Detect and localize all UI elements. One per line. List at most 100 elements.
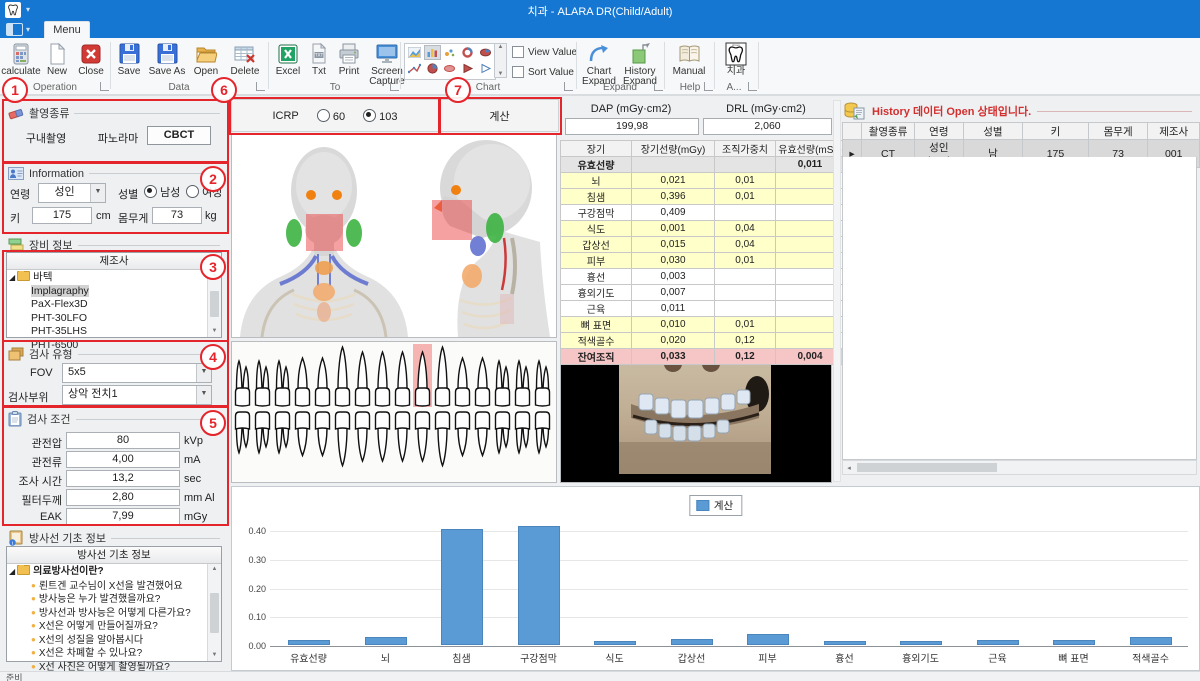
play-chart-icon[interactable] <box>459 61 476 76</box>
dose-chart-panel: 계산 0.000.100.200.300.40유효선량뇌침샘구강점막식도갑상선피… <box>231 486 1200 671</box>
table-row[interactable]: 뼈 표면0,0100,01 <box>561 317 845 333</box>
calculate-button[interactable]: calculate <box>2 41 40 77</box>
col-shoot-type[interactable]: 촬영종류 <box>862 123 915 140</box>
save-button[interactable]: Save <box>113 41 145 77</box>
txt-button[interactable]: TXT Txt <box>306 41 332 77</box>
col-maker[interactable]: 제조사 <box>1148 123 1200 140</box>
chart-grid-spinner[interactable]: ▲▼ <box>494 43 507 78</box>
col-age[interactable]: 연령 <box>914 123 963 140</box>
drl-label: DRL (mGy·cm2) <box>702 103 830 115</box>
table-row[interactable]: 피부0,0300,01 <box>561 253 845 269</box>
bar-chart-icon-selected[interactable] <box>424 45 441 60</box>
to-dialog-launcher-icon[interactable] <box>390 82 399 91</box>
history-header: History 데이터 Open 상태입니다. <box>844 102 1192 120</box>
dental-app-button[interactable]: shave 치과 <box>718 41 754 77</box>
table-row[interactable]: 식도0,0010,04 <box>561 221 845 237</box>
open-button[interactable]: Open <box>189 41 223 77</box>
sort-value-checkbox[interactable]: Sort Value <box>512 66 574 78</box>
scroll-up-icon[interactable]: ▲ <box>212 564 218 575</box>
app-dialog-launcher-icon[interactable] <box>748 82 757 91</box>
col-gender[interactable]: 성별 <box>963 123 1022 140</box>
area-chart-icon[interactable] <box>406 45 423 60</box>
print-button[interactable]: Print <box>334 41 364 77</box>
save-icon <box>119 41 140 66</box>
dose-scroll-strip[interactable] <box>833 100 841 482</box>
ellipse-chart-icon[interactable] <box>442 61 459 76</box>
table-row[interactable]: 근육0,011 <box>561 301 845 317</box>
tooth-chart-panel <box>231 341 557 483</box>
scatter-line-icon[interactable] <box>406 61 423 76</box>
tooth-shape <box>283 367 289 390</box>
col-organ-dose[interactable]: 장기선량(mGy) <box>632 141 715 157</box>
tooth-shape <box>356 388 370 406</box>
scrollbar-thumb[interactable] <box>857 463 997 472</box>
app-menu-button[interactable]: ▾ <box>6 22 40 36</box>
scroll-down-icon[interactable]: ▼ <box>212 650 218 661</box>
delete-button[interactable]: Delete <box>226 41 264 77</box>
tree-expanded-icon[interactable]: ◢ <box>9 567 15 576</box>
rad-info-scrollbar[interactable]: ▲▼ <box>207 564 221 661</box>
scrollbar-thumb[interactable] <box>210 593 219 633</box>
view-value-checkbox[interactable]: View Value <box>512 46 577 58</box>
scroll-left-icon[interactable]: ◂ <box>843 464 855 472</box>
chart-expand-button[interactable]: Chart Expand <box>580 41 618 87</box>
tree-node-medical-radiation[interactable]: ◢의료방사선이란? <box>9 565 206 579</box>
manual-button[interactable]: Manual <box>668 41 710 77</box>
table-row[interactable]: 흉선0,003 <box>561 269 845 285</box>
tooth-shape <box>436 412 450 429</box>
pie-chart-icon[interactable] <box>424 61 441 76</box>
spinner-up-icon[interactable]: ▲ <box>498 44 504 50</box>
col-organ[interactable]: 장기 <box>561 141 632 157</box>
rad-info-item[interactable]: ●뢴트겐 교수님이 X선을 발견했어요 <box>9 579 206 593</box>
table-row[interactable]: 적색골수0,0200,12 <box>561 333 845 349</box>
help-dialog-launcher-icon[interactable] <box>704 82 713 91</box>
x-label: 갑상선 <box>653 650 730 665</box>
save-as-button[interactable]: Save As <box>147 41 187 77</box>
rad-info-item-label: X선은 어떻게 만들어질까요? <box>39 621 158 632</box>
col-weight[interactable]: 몸무게 <box>1088 123 1148 140</box>
close-button[interactable]: Close <box>74 41 108 77</box>
pie3d-chart-icon[interactable] <box>477 45 494 60</box>
table-row[interactable]: 흉외기도0,007 <box>561 285 845 301</box>
tooth-shape <box>318 428 327 456</box>
excel-button[interactable]: Excel <box>272 41 304 77</box>
rad-info-column-header[interactable]: 방사선 기초 정보 <box>7 547 221 564</box>
play-outline-chart-icon[interactable] <box>477 61 494 76</box>
calculate-icon <box>10 41 32 66</box>
legend-label: 계산 <box>714 498 733 513</box>
chart-legend[interactable]: 계산 <box>689 495 742 516</box>
ribbon: calculate New Close Operation Save Save … <box>0 38 1200 96</box>
history-hscrollbar[interactable]: ◂ <box>842 460 1197 475</box>
tooth-shape <box>276 412 290 429</box>
expand-dialog-launcher-icon[interactable] <box>654 82 663 91</box>
col-weight[interactable]: 조직가중치 <box>715 141 776 157</box>
group-separator <box>110 42 111 89</box>
rad-info-item[interactable]: ●방사선과 방사능은 어떻게 다른가요? <box>9 606 206 620</box>
rad-info-item[interactable]: ●X선은 차폐할 수 있나요? <box>9 646 206 660</box>
teeth-svg[interactable] <box>232 342 556 480</box>
donut-chart-icon[interactable] <box>459 45 476 60</box>
rad-info-item[interactable]: ●방사능은 누가 발견했을까요? <box>9 592 206 606</box>
table-row[interactable]: 구강점막0,409 <box>561 205 845 221</box>
col-height[interactable]: 키 <box>1023 123 1089 140</box>
tooth-shape <box>338 428 347 466</box>
data-dialog-launcher-icon[interactable] <box>256 82 265 91</box>
rad-info-item[interactable]: ●X선은 어떻게 만들어질까요? <box>9 619 206 633</box>
bullet-icon: ● <box>31 662 36 671</box>
tab-menu[interactable]: Menu <box>44 21 90 39</box>
operation-dialog-launcher-icon[interactable] <box>100 82 109 91</box>
history-expand-button[interactable]: History Expand <box>620 41 660 87</box>
tooth-shape <box>338 347 347 390</box>
screen-capture-button[interactable]: Screen Capture <box>366 41 408 87</box>
table-row[interactable]: 갑상선0,0150,04 <box>561 237 845 253</box>
table-row[interactable]: 유효선량0,011 <box>561 157 845 173</box>
new-button[interactable]: New <box>42 41 72 77</box>
table-row[interactable]: 잔여조직0,0330,120,004 <box>561 349 845 365</box>
table-row[interactable]: 뇌0,0210,01 <box>561 173 845 189</box>
rad-info-item[interactable]: ●X선의 성질을 알아봅시다 <box>9 633 206 647</box>
manual-label: Manual <box>673 67 706 77</box>
bubble-chart-icon[interactable] <box>442 45 459 60</box>
table-row[interactable]: 침샘0,3960,01 <box>561 189 845 205</box>
chart-dialog-launcher-icon[interactable] <box>564 82 573 91</box>
spinner-down-icon[interactable]: ▼ <box>498 71 504 77</box>
